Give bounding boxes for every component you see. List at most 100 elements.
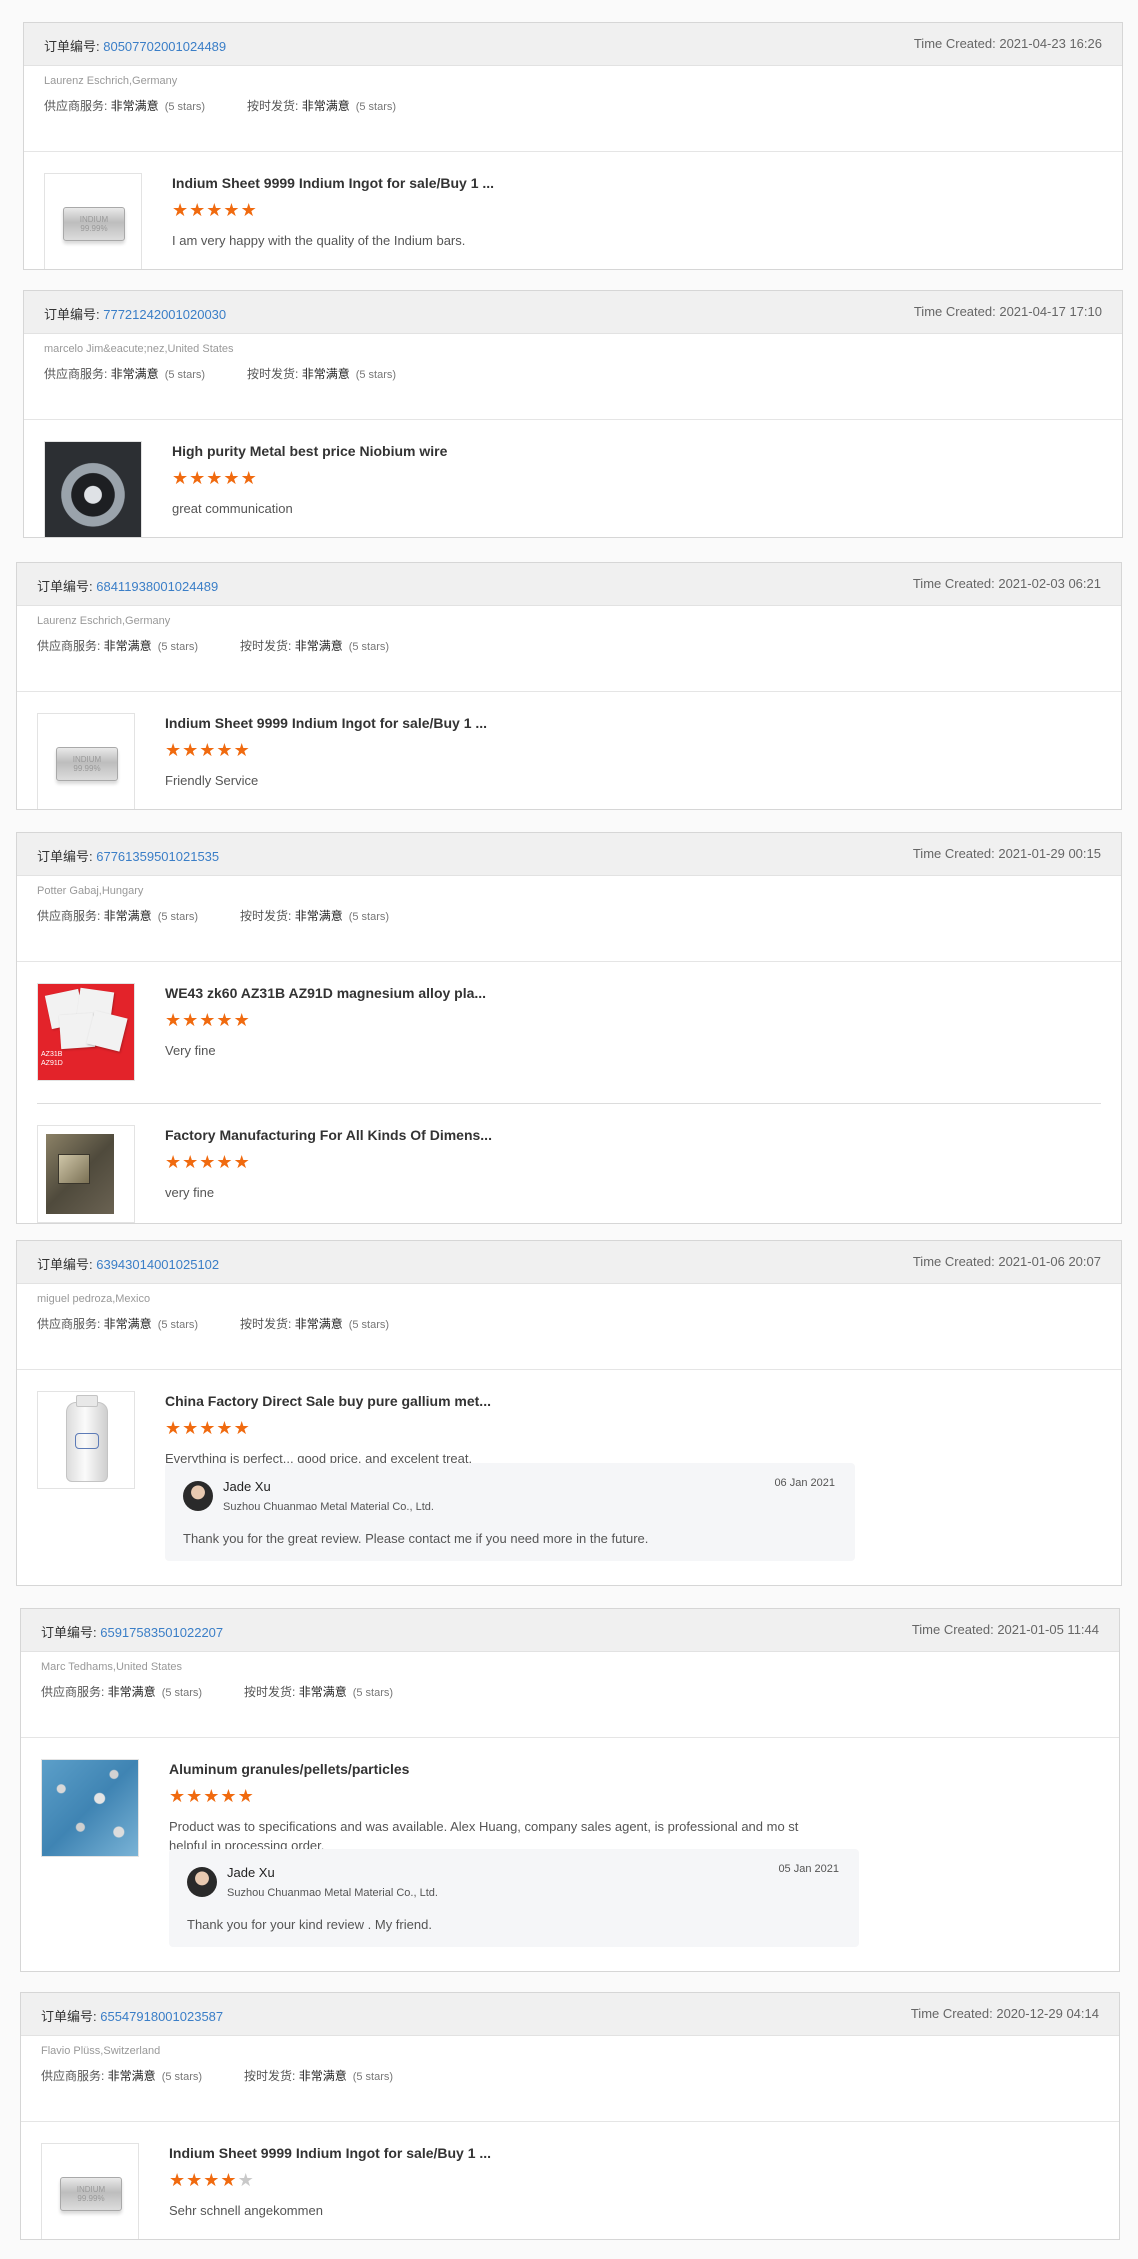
product-title-link[interactable]: Aluminum granules/pellets/particles — [169, 1761, 409, 1777]
product-thumbnail[interactable]: AZ31B AZ91D — [37, 983, 135, 1081]
order-review-card: 订单编号: 77721242001020030 Time Created: 202… — [23, 290, 1123, 538]
supplier-service-value: 非常满意 — [107, 1685, 156, 1699]
product-title-link[interactable]: WE43 zk60 AZ31B AZ91D magnesium alloy pl… — [165, 985, 486, 1001]
review-item: Factory Manufacturing For All Kinds Of D… — [37, 1125, 1101, 1223]
star-rating: ★★★★★ — [172, 201, 258, 219]
on-time-delivery-stars: (5 stars) — [348, 641, 390, 653]
order-header: 订单编号: 67761359501021535 Time Created: 202… — [17, 833, 1121, 876]
star-rating: ★★★★★ — [169, 2171, 255, 2189]
order-review-card: 订单编号: 67761359501021535 Time Created: 202… — [16, 832, 1122, 1224]
time-created-value: 2021-01-06 20:07 — [998, 1254, 1101, 1269]
supplier-service-value: 非常满意 — [107, 2069, 156, 2083]
order-number-link[interactable]: 65547918001023587 — [100, 2009, 223, 2024]
on-time-delivery-value: 非常满意 — [298, 2069, 347, 2083]
product-title-link[interactable]: China Factory Direct Sale buy pure galli… — [165, 1393, 491, 1409]
star-filled-icon: ★ — [165, 740, 183, 760]
product-title-link[interactable]: High purity Metal best price Niobium wir… — [172, 443, 447, 459]
product-title-link[interactable]: Indium Sheet 9999 Indium Ingot for sale/… — [172, 175, 494, 191]
product-thumbnail[interactable]: INDIUM 99.99% — [44, 173, 142, 269]
product-thumbnail[interactable] — [41, 1759, 139, 1857]
star-filled-icon: ★ — [203, 2170, 221, 2190]
section-divider — [24, 151, 1122, 152]
star-filled-icon: ★ — [169, 2170, 187, 2190]
star-rating: ★★★★★ — [165, 1011, 251, 1029]
review-item: AZ31B AZ91D WE43 zk60 AZ31B AZ91D magnesiu… — [37, 983, 1101, 1083]
product-thumbnail[interactable]: INDIUM 99.99% — [41, 2143, 139, 2239]
reply-company: Suzhou Chuanmao Metal Material Co., Ltd. — [223, 1501, 434, 1513]
order-header: 订单编号: 65917583501022207 Time Created: 202… — [21, 1609, 1119, 1652]
star-filled-icon: ★ — [165, 1152, 183, 1172]
metal-cube-image — [46, 1134, 114, 1214]
plate-label: AZ31B AZ91D — [41, 1050, 63, 1068]
product-title-link[interactable]: Factory Manufacturing For All Kinds Of D… — [165, 1127, 492, 1143]
supplier-service-stars: (5 stars) — [161, 2071, 203, 2083]
on-time-delivery-label: 按时发货: — [240, 1317, 295, 1331]
section-divider — [21, 1737, 1119, 1738]
order-number-link[interactable]: 77721242001020030 — [103, 307, 226, 322]
order-number: 订单编号: 80507702001024489 — [44, 36, 226, 55]
order-number-link[interactable]: 67761359501021535 — [96, 849, 219, 864]
cube-face — [58, 1154, 90, 1184]
order-number-label: 订单编号: — [44, 307, 104, 322]
buyer-name-country: Potter Gabaj,Hungary — [37, 885, 144, 897]
order-number-link[interactable]: 80507702001024489 — [103, 39, 226, 54]
product-thumbnail[interactable] — [44, 441, 142, 537]
product-title-link[interactable]: Indium Sheet 9999 Indium Ingot for sale/… — [165, 715, 487, 731]
supplier-service-value: 非常满意 — [110, 99, 159, 113]
on-time-delivery-label: 按时发货: — [240, 639, 295, 653]
buyer-name-country: marcelo Jim&eacute;nez,United States — [44, 343, 234, 355]
star-filled-icon: ★ — [186, 2170, 204, 2190]
product-thumbnail[interactable] — [37, 1125, 135, 1223]
buyer-name-country: Laurenz Eschrich,Germany — [37, 615, 171, 627]
indium-ingot-image: INDIUM 99.99% — [60, 2177, 122, 2211]
product-thumbnail[interactable] — [37, 1391, 135, 1489]
supplier-service-label: 供应商服务: — [41, 1685, 108, 1699]
star-filled-icon: ★ — [233, 740, 251, 760]
star-filled-icon: ★ — [189, 468, 207, 488]
order-number: 订单编号: 63943014001025102 — [37, 1254, 219, 1273]
order-number-link[interactable]: 63943014001025102 — [96, 1257, 219, 1272]
time-created-label: Time Created: — [911, 1622, 998, 1637]
service-ratings: 供应商服务: 非常满意 (5 stars) 按时发货: 非常满意 (5 stars) — [44, 97, 396, 114]
order-number: 订单编号: 67761359501021535 — [37, 846, 219, 865]
star-filled-icon: ★ — [203, 1786, 221, 1806]
bottle-label — [75, 1433, 99, 1449]
time-created-label: Time Created: — [912, 576, 999, 591]
supplier-reply: Jade Xu Suzhou Chuanmao Metal Material Co… — [165, 1463, 855, 1561]
on-time-delivery-stars: (5 stars) — [348, 911, 390, 923]
supplier-service-stars: (5 stars) — [164, 369, 206, 381]
product-title-link[interactable]: Indium Sheet 9999 Indium Ingot for sale/… — [169, 2145, 491, 2161]
avatar — [183, 1481, 213, 1511]
order-number-label: 订单编号: — [37, 579, 97, 594]
star-rating: ★★★★★ — [165, 741, 251, 759]
order-number: 订单编号: 65917583501022207 — [41, 1622, 223, 1641]
review-item: Aluminum granules/pellets/particles ★★★★★… — [41, 1759, 1099, 1859]
time-created-label: Time Created: — [912, 1254, 999, 1269]
star-filled-icon: ★ — [233, 1152, 251, 1172]
order-number-link[interactable]: 65917583501022207 — [100, 1625, 223, 1640]
supplier-service-label: 供应商服务: — [37, 1317, 104, 1331]
star-filled-icon: ★ — [216, 1418, 234, 1438]
item-divider — [37, 1103, 1101, 1104]
time-created: Time Created: 2020-12-29 04:14 — [911, 2006, 1099, 2021]
order-review-card: 订单编号: 65547918001023587 Time Created: 202… — [20, 1992, 1120, 2240]
order-number-link[interactable]: 68411938001024489 — [96, 579, 218, 594]
order-header: 订单编号: 80507702001024489 Time Created: 202… — [24, 23, 1122, 66]
time-created-value: 2021-02-03 06:21 — [998, 576, 1101, 591]
time-created-label: Time Created: — [910, 2006, 997, 2021]
time-created-value: 2021-04-23 16:26 — [999, 36, 1102, 51]
order-header: 订单编号: 77721242001020030 Time Created: 202… — [24, 291, 1122, 334]
service-ratings: 供应商服务: 非常满意 (5 stars) 按时发货: 非常满意 (5 stars) — [44, 365, 396, 382]
star-filled-icon: ★ — [169, 1786, 187, 1806]
order-number: 订单编号: 68411938001024489 — [37, 576, 218, 595]
time-created-value: 2021-04-17 17:10 — [999, 304, 1102, 319]
review-item: INDIUM 99.99% Indium Sheet 9999 Indium Ing… — [41, 2143, 1099, 2239]
product-thumbnail[interactable]: INDIUM 99.99% — [37, 713, 135, 809]
star-filled-icon: ★ — [240, 200, 258, 220]
supplier-service-value: 非常满意 — [103, 639, 152, 653]
section-divider — [24, 419, 1122, 420]
star-rating: ★★★★★ — [165, 1153, 251, 1171]
star-filled-icon: ★ — [199, 1152, 217, 1172]
star-filled-icon: ★ — [237, 1786, 255, 1806]
on-time-delivery-value: 非常满意 — [294, 1317, 343, 1331]
